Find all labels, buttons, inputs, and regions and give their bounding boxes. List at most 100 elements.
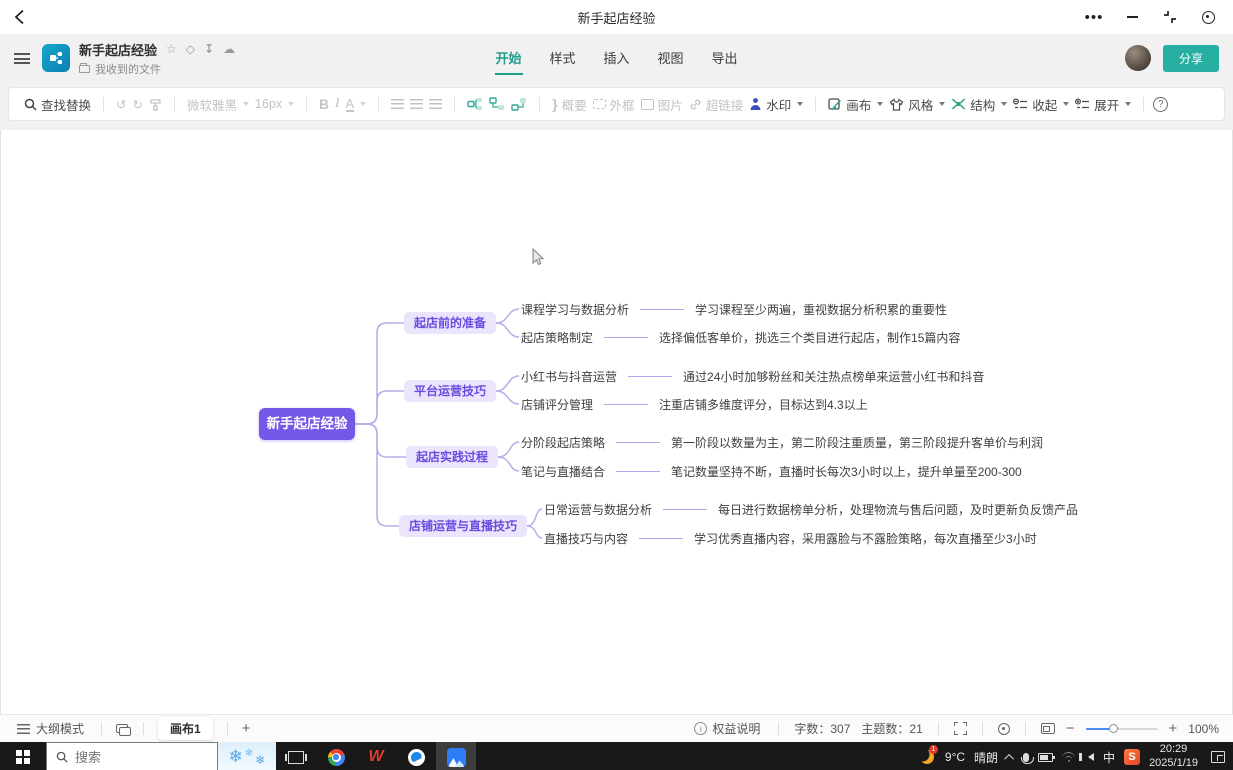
find-replace-button[interactable]: 查找替换 bbox=[21, 95, 94, 114]
style-button[interactable]: 风格 bbox=[886, 95, 948, 114]
tab-insert[interactable]: 插入 bbox=[602, 42, 630, 75]
layers-icon[interactable] bbox=[116, 724, 129, 734]
mindmap-canvas[interactable]: 新手起店经验 起店前的准备 平台运营技巧 起店实践过程 店铺运营与直播技巧 课程… bbox=[0, 130, 1233, 714]
subtopic-label[interactable]: 小红书与抖音运营 bbox=[521, 368, 617, 385]
weather-moon-icon[interactable] bbox=[920, 750, 934, 764]
star-icon[interactable]: ☆ bbox=[166, 43, 177, 55]
start-button[interactable] bbox=[0, 742, 46, 770]
redo-button[interactable]: ↻ bbox=[130, 97, 146, 112]
mindmap-subtopic-row[interactable]: 课程学习与数据分析 学习课程至少两遍，重视数据分析积累的重要性 bbox=[521, 300, 947, 318]
tray-weather-desc[interactable]: 晴朗 bbox=[974, 749, 998, 766]
fullscreen-icon[interactable] bbox=[954, 722, 967, 735]
minimap-icon[interactable] bbox=[1041, 723, 1055, 734]
ime-indicator[interactable]: 中 bbox=[1103, 749, 1115, 766]
tab-start[interactable]: 开始 bbox=[494, 42, 522, 75]
subtopic-detail[interactable]: 第一阶段以数量为主，第二阶段注重质量，第三阶段提升客单价与利润 bbox=[671, 434, 1043, 451]
sogou-input-icon[interactable]: S bbox=[1124, 749, 1140, 765]
document-location[interactable]: 我收到的文件 bbox=[95, 61, 161, 77]
subtopic-label[interactable]: 日常运营与数据分析 bbox=[544, 501, 652, 518]
align-right-button[interactable] bbox=[426, 99, 445, 109]
undo-button[interactable]: ↺ bbox=[113, 97, 129, 112]
insert-topic-after-button[interactable] bbox=[486, 97, 508, 111]
zoom-slider[interactable] bbox=[1086, 728, 1158, 730]
subtopic-label[interactable]: 笔记与直播结合 bbox=[521, 463, 605, 480]
insert-parent-topic-button[interactable] bbox=[508, 97, 530, 111]
restore-icon[interactable] bbox=[1161, 8, 1179, 26]
font-color-button[interactable]: A bbox=[343, 97, 370, 112]
structure-button[interactable]: 结构 bbox=[948, 95, 1010, 114]
canvas-tab[interactable]: 画布1 bbox=[158, 717, 213, 740]
menu-hamburger-icon[interactable] bbox=[14, 53, 30, 64]
font-family-select[interactable]: 微软雅黑 bbox=[184, 95, 252, 114]
mindmap-subtopic-row[interactable]: 店铺评分管理 注重店铺多维度评分，目标达到4.3以上 bbox=[521, 395, 868, 413]
mindmap-subtopic-row[interactable]: 直播技巧与内容 学习优秀直播内容，采用露脸与不露脸策略，每次直播至少3小时 bbox=[544, 529, 1037, 547]
share-button[interactable]: 分享 bbox=[1163, 45, 1219, 72]
boundary-button[interactable]: 外框 bbox=[590, 95, 638, 114]
zoom-slider-knob[interactable] bbox=[1109, 724, 1118, 733]
minimize-icon[interactable] bbox=[1123, 8, 1141, 26]
taskbar-search[interactable] bbox=[46, 742, 218, 770]
wifi-icon[interactable] bbox=[1062, 752, 1075, 762]
subtopic-detail[interactable]: 学习课程至少两遍，重视数据分析积累的重要性 bbox=[695, 301, 947, 318]
subtopic-label[interactable]: 直播技巧与内容 bbox=[544, 530, 628, 547]
subtopic-label[interactable]: 课程学习与数据分析 bbox=[521, 301, 629, 318]
tab-export[interactable]: 导出 bbox=[711, 42, 739, 75]
canvas-button[interactable]: 画布 bbox=[825, 95, 886, 114]
subtopic-label[interactable]: 分阶段起店策略 bbox=[521, 434, 605, 451]
subtopic-label[interactable]: 店铺评分管理 bbox=[521, 396, 593, 413]
align-center-button[interactable] bbox=[407, 99, 426, 109]
notification-center-icon[interactable] bbox=[1211, 751, 1225, 763]
mindmap-subtopic-row[interactable]: 日常运营与数据分析 每日进行数据榜单分析，处理物流与售后问题，及时更新负反馈产品 bbox=[544, 500, 1078, 518]
subtopic-detail[interactable]: 注重店铺多维度评分，目标达到4.3以上 bbox=[659, 396, 868, 413]
subtopic-detail[interactable]: 每日进行数据榜单分析，处理物流与售后问题，及时更新负反馈产品 bbox=[718, 501, 1078, 518]
insert-subtopic-button[interactable] bbox=[464, 97, 486, 111]
weather-widget[interactable]: ❄ ❄ ❄ bbox=[218, 742, 276, 770]
font-size-select[interactable]: 16px bbox=[252, 97, 297, 111]
mindmap-root-node[interactable]: 新手起店经验 bbox=[259, 408, 355, 440]
mindmap-subtopic-row[interactable]: 分阶段起店策略 第一阶段以数量为主，第二阶段注重质量，第三阶段提升客单价与利润 bbox=[521, 433, 1043, 451]
speaker-icon[interactable] bbox=[1088, 753, 1094, 761]
mindmap-subtopic-row[interactable]: 起店策略制定 选择偏低客单价，挑选三个类目进行起店，制作15篇内容 bbox=[521, 328, 960, 346]
tag-icon[interactable]: ◇ bbox=[186, 43, 195, 55]
subtopic-detail[interactable]: 学习优秀直播内容，采用露脸与不露脸策略，每次直播至少3小时 bbox=[694, 530, 1037, 547]
task-view-button[interactable] bbox=[276, 742, 316, 770]
wps-app-button[interactable]: W bbox=[356, 742, 396, 770]
rights-info-button[interactable]: i 权益说明 bbox=[691, 720, 763, 737]
italic-button[interactable]: I bbox=[332, 96, 343, 112]
clock[interactable]: 20:29 2025/1/19 bbox=[1149, 743, 1198, 770]
hyperlink-button[interactable]: 超链接 bbox=[686, 95, 747, 114]
chrome-app-button[interactable] bbox=[316, 742, 356, 770]
mindmap-branch-node[interactable]: 店铺运营与直播技巧 bbox=[399, 515, 527, 537]
mindmap-app-button[interactable] bbox=[436, 742, 476, 770]
align-left-button[interactable] bbox=[388, 99, 407, 109]
mindmap-branch-node[interactable]: 起店实践过程 bbox=[406, 446, 498, 468]
back-button[interactable] bbox=[14, 9, 25, 25]
mindmap-subtopic-row[interactable]: 笔记与直播结合 笔记数量坚持不断，直播时长每次3小时以上，提升单量至200-30… bbox=[521, 462, 1022, 480]
tab-view[interactable]: 视图 bbox=[657, 42, 685, 75]
summary-button[interactable]: }概要 bbox=[549, 95, 589, 114]
outline-mode-button[interactable]: 大纲模式 bbox=[14, 720, 87, 737]
expand-button[interactable]: 展开 bbox=[1072, 95, 1134, 114]
cloud-sync-icon[interactable]: ☁ bbox=[223, 43, 235, 55]
subtopic-detail[interactable]: 通过24小时加够粉丝和关注热点榜单来运营小红书和抖音 bbox=[683, 368, 984, 385]
bold-button[interactable]: B bbox=[316, 97, 332, 112]
format-painter-button[interactable] bbox=[146, 98, 165, 111]
user-avatar[interactable] bbox=[1125, 45, 1151, 71]
collapse-button[interactable]: 收起 bbox=[1010, 95, 1072, 114]
mindmap-branch-node[interactable]: 平台运营技巧 bbox=[404, 380, 496, 402]
add-canvas-button[interactable]: + bbox=[242, 721, 251, 736]
more-options-icon[interactable]: ••• bbox=[1085, 8, 1103, 26]
download-icon[interactable]: ↧ bbox=[204, 43, 214, 55]
image-button[interactable]: 图片 bbox=[638, 95, 686, 114]
app-logo-icon[interactable] bbox=[42, 44, 70, 72]
hidden-icons-chevron[interactable] bbox=[1004, 753, 1014, 763]
dingtalk-app-button[interactable] bbox=[396, 742, 436, 770]
locate-center-icon[interactable] bbox=[998, 723, 1010, 735]
subtopic-label[interactable]: 起店策略制定 bbox=[521, 329, 593, 346]
tray-temperature[interactable]: 9°C bbox=[945, 750, 965, 764]
zoom-out-button[interactable]: − bbox=[1066, 721, 1075, 736]
subtopic-detail[interactable]: 选择偏低客单价，挑选三个类目进行起店，制作15篇内容 bbox=[659, 329, 960, 346]
subtopic-detail[interactable]: 笔记数量坚持不断，直播时长每次3小时以上，提升单量至200-300 bbox=[671, 463, 1022, 480]
zoom-in-button[interactable]: + bbox=[1169, 721, 1178, 736]
mindmap-subtopic-row[interactable]: 小红书与抖音运营 通过24小时加够粉丝和关注热点榜单来运营小红书和抖音 bbox=[521, 367, 984, 385]
